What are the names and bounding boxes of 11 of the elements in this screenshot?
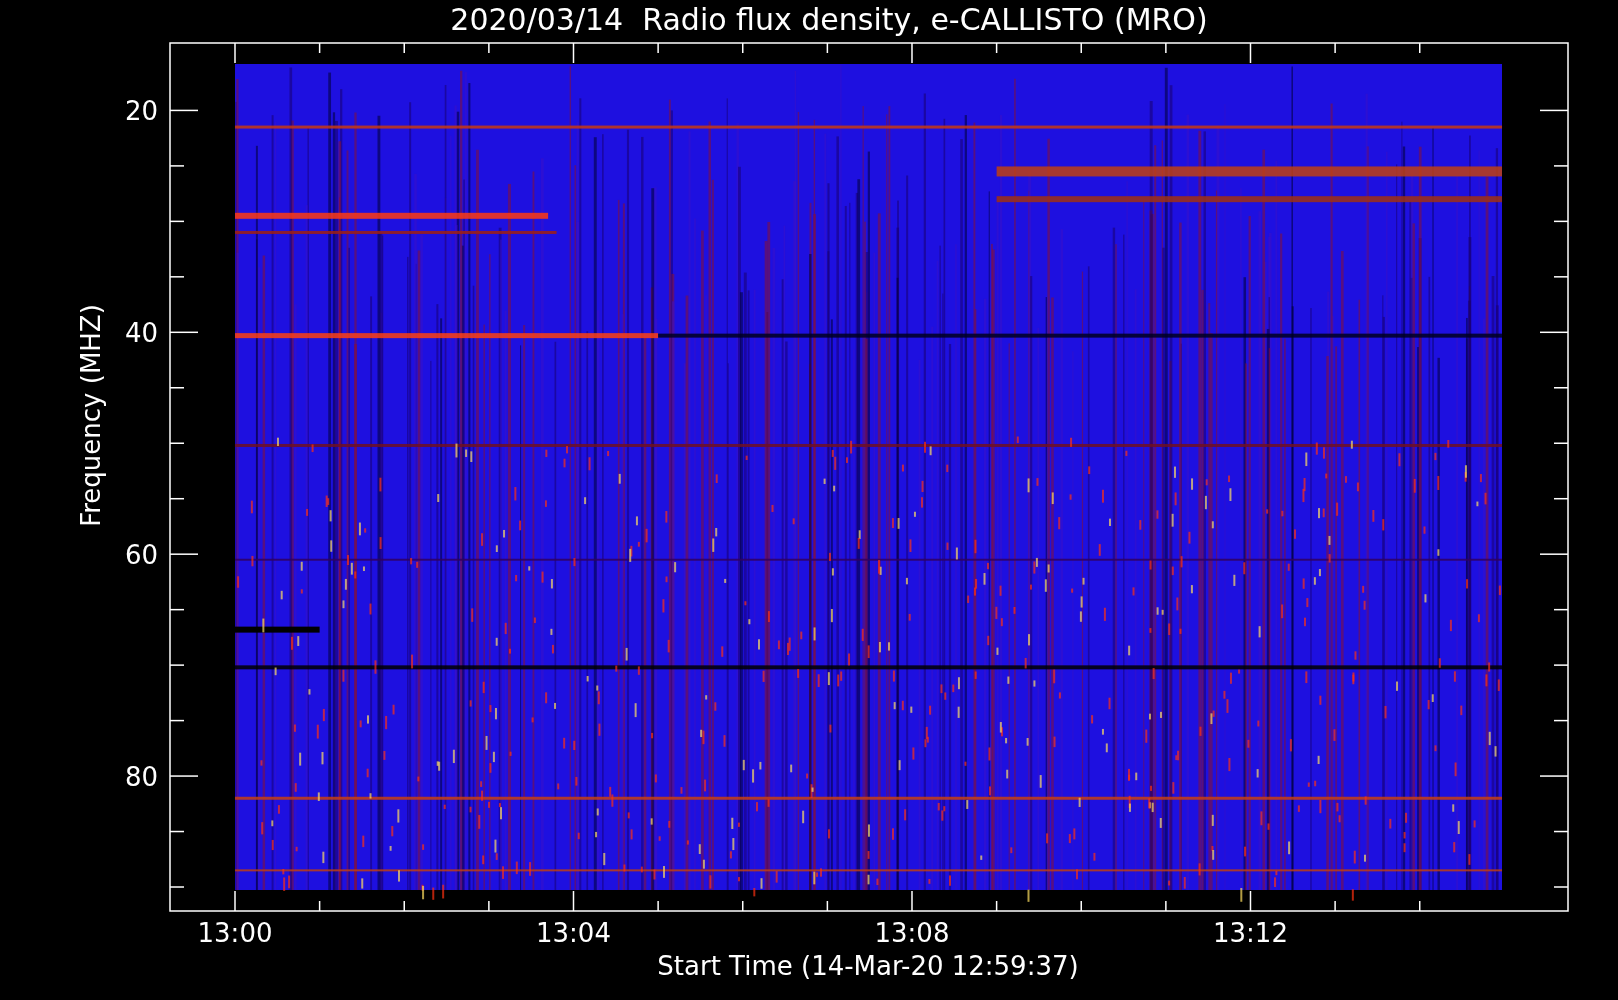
y-tick-label: 60 bbox=[124, 540, 158, 571]
x-tick-label: 13:04 bbox=[536, 918, 611, 948]
x-tick-label: 13:08 bbox=[874, 918, 950, 948]
y-tick-label: 20 bbox=[124, 96, 158, 127]
x-tick-label: 13:00 bbox=[197, 918, 273, 948]
y-tick-label: 80 bbox=[124, 762, 158, 793]
x-tick-label: 13:12 bbox=[1213, 918, 1288, 948]
x-axis-label: Start Time (14-Mar-20 12:59:37) bbox=[657, 951, 1079, 981]
y-axis-label: Frequency (MHZ) bbox=[76, 304, 106, 527]
y-tick-label: 40 bbox=[124, 318, 158, 349]
chart-title: 2020/03/14 Radio flux density, e-CALLISTO (MRO) bbox=[450, 1, 1208, 39]
